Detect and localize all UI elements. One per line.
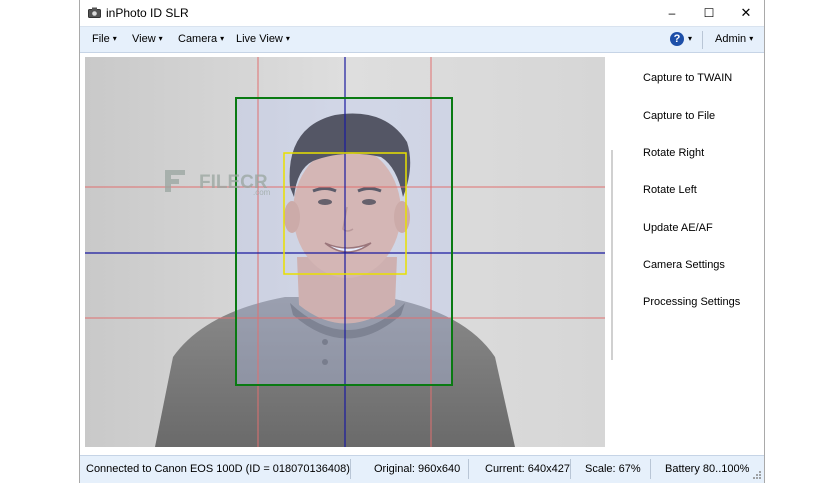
help-icon[interactable]: ? <box>670 32 684 46</box>
status-bar: Connected to Canon EOS 100D (ID = 018070… <box>80 455 764 483</box>
chevron-down-icon: ▾ <box>749 34 754 43</box>
resize-grip-icon[interactable] <box>752 470 762 480</box>
app-window: inPhoto ID SLR – ☐ ✕ File ▾ View ▾ Camera ▾… <box>79 0 765 483</box>
chevron-down-icon[interactable]: ▾ <box>688 34 692 43</box>
window-title: inPhoto ID SLR <box>106 6 189 20</box>
status-separator <box>468 459 469 479</box>
menu-view-label: View <box>132 33 156 45</box>
maximize-icon: ☐ <box>703 6 715 20</box>
chevron-down-icon: ▾ <box>112 34 117 43</box>
chevron-down-icon: ▾ <box>285 34 290 43</box>
status-battery: Battery 80..100% <box>665 463 750 475</box>
crop-overlay <box>236 98 452 385</box>
menu-separator <box>702 31 703 49</box>
watermark-suffix: .com <box>253 188 271 197</box>
minimize-icon: – <box>668 6 676 20</box>
rotate-right-button[interactable]: Rotate Right <box>643 147 704 159</box>
menu-bar: File ▾ View ▾ Camera ▾ Live View ▾ ? ▾ Admin… <box>80 26 764 53</box>
status-connection: Connected to Canon EOS 100D (ID = 018070… <box>86 463 350 475</box>
menu-file-label: File <box>92 33 110 45</box>
status-separator <box>570 459 571 479</box>
status-separator <box>650 459 651 479</box>
camera-settings-button[interactable]: Camera Settings <box>643 259 725 271</box>
close-icon: ✕ <box>740 5 752 20</box>
maximize-button[interactable]: ☐ <box>691 0 727 26</box>
title-bar[interactable]: inPhoto ID SLR – ☐ ✕ <box>80 0 764 26</box>
processing-settings-button[interactable]: Processing Settings <box>643 296 740 308</box>
capture-twain-button[interactable]: Capture to TWAIN <box>643 72 732 84</box>
update-ae-af-button[interactable]: Update AE/AF <box>643 222 713 234</box>
rotate-left-button[interactable]: Rotate Left <box>643 184 697 196</box>
menu-file[interactable]: File ▾ <box>92 33 117 45</box>
close-button[interactable]: ✕ <box>728 0 764 26</box>
menu-live-view-label: Live View <box>236 33 283 45</box>
camera-icon <box>88 7 101 18</box>
menu-camera-label: Camera <box>178 33 218 45</box>
status-current: Current: 640x427 <box>485 463 570 475</box>
action-panel: Capture to TWAIN Capture to File Rotate … <box>609 57 765 447</box>
chevron-down-icon: ▾ <box>158 34 163 43</box>
live-view-image[interactable]: FILECR .com <box>85 57 605 447</box>
capture-file-button[interactable]: Capture to File <box>643 110 715 122</box>
photo-canvas: FILECR .com <box>85 57 605 447</box>
status-scale: Scale: 67% <box>585 463 641 475</box>
menu-camera[interactable]: Camera ▾ <box>178 33 224 45</box>
menu-view[interactable]: View ▾ <box>132 33 163 45</box>
menu-admin[interactable]: Admin ▾ <box>715 33 753 45</box>
status-original: Original: 960x640 <box>374 463 461 475</box>
menu-live-view[interactable]: Live View ▾ <box>236 33 290 45</box>
minimize-button[interactable]: – <box>654 0 690 26</box>
status-separator <box>350 459 351 479</box>
chevron-down-icon: ▾ <box>220 34 225 43</box>
menu-admin-label: Admin <box>715 33 747 45</box>
